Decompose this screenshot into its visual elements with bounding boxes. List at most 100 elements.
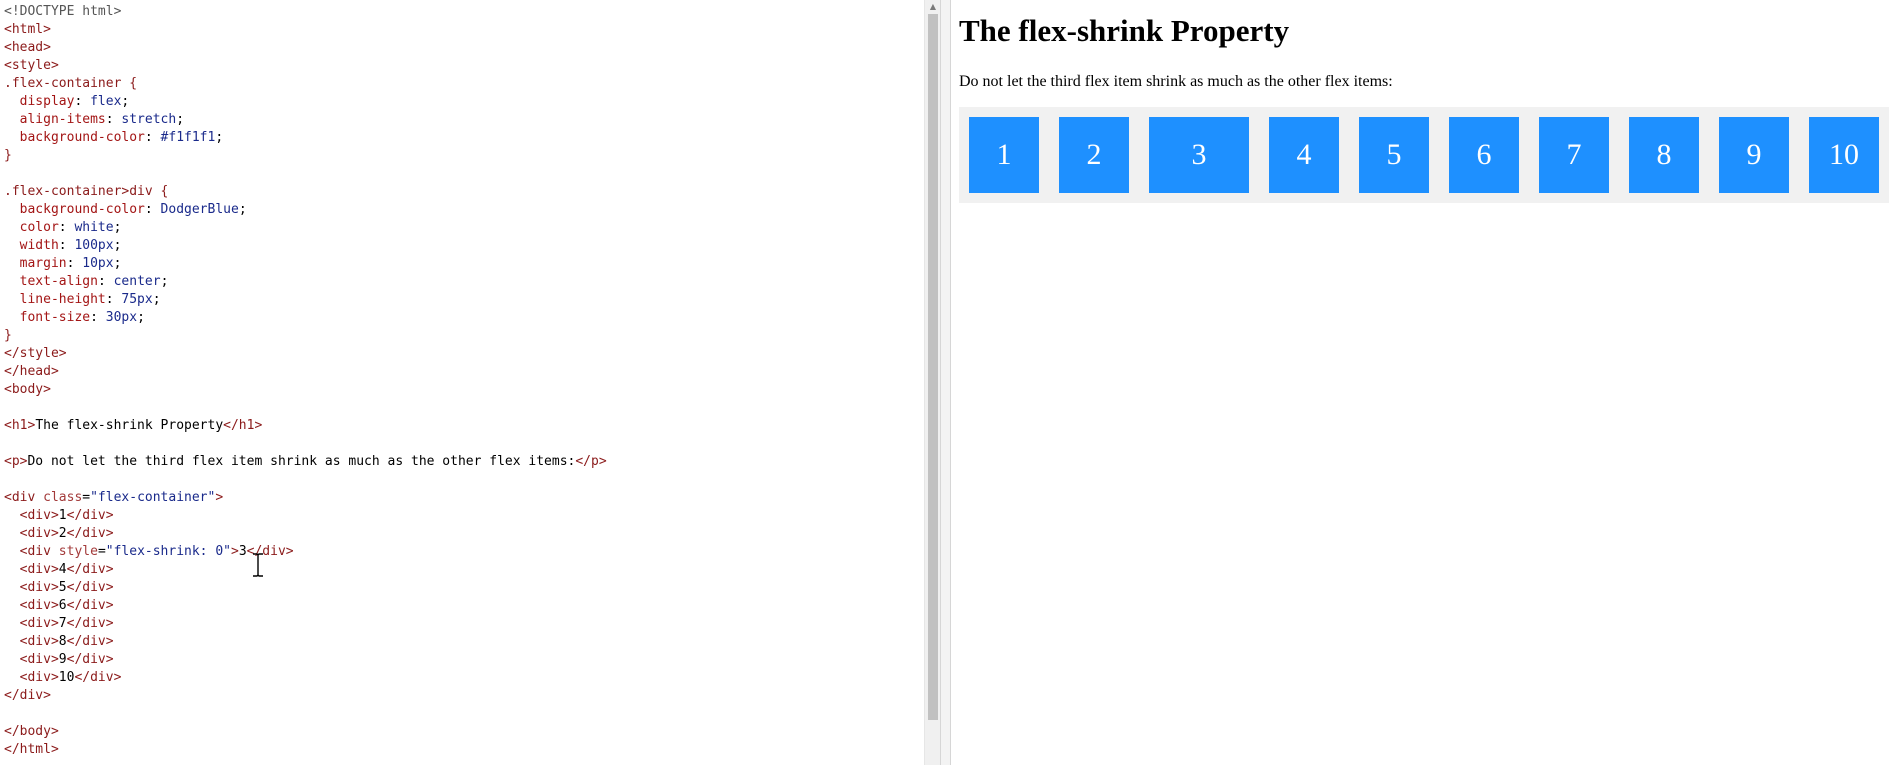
code-token: = — [97, 544, 106, 559]
code-line: <html> — [4, 21, 607, 39]
page-title: The flex-shrink Property — [959, 13, 1290, 48]
code-line: <div>5</div> — [4, 579, 607, 597]
code-token: ; — [137, 310, 145, 325]
flex-item: 10 — [1809, 117, 1879, 193]
code-token: ; — [113, 220, 122, 235]
code-line: <div>7</div> — [4, 615, 607, 633]
code-line: background-color: #f1f1f1; — [4, 129, 607, 147]
code-token: : — [66, 256, 83, 271]
code-token: "flex-container" — [90, 490, 216, 505]
code-token: line-height — [19, 292, 106, 307]
pane-splitter[interactable] — [940, 0, 951, 765]
code-line: <div>9</div> — [4, 651, 607, 669]
code-line: </div> — [4, 687, 607, 705]
code-token: background-color — [19, 130, 145, 145]
code-editor[interactable]: <!DOCTYPE html> <html> <head> <style> .flex-… — [0, 0, 924, 765]
code-token: </div> — [66, 616, 114, 631]
code-token: : — [144, 202, 161, 217]
code-token: </div> — [66, 580, 114, 595]
code-line: <div class="flex-container"> — [4, 489, 607, 507]
code-token: = — [82, 490, 91, 505]
code-token: 7 — [58, 616, 67, 631]
code-token: <div — [4, 490, 44, 505]
code-token: width — [19, 238, 59, 253]
code-token: margin — [19, 256, 67, 271]
code-token: : — [97, 274, 114, 289]
code-token: <div> — [19, 580, 59, 595]
code-token: style — [58, 544, 98, 559]
code-token: </body> — [4, 724, 59, 739]
code-token: </head> — [4, 364, 59, 379]
code-token: .flex-container>div { — [4, 184, 169, 199]
flex-item: 6 — [1449, 117, 1519, 193]
code-token: ; — [238, 202, 247, 217]
code-token: .flex-container { — [4, 76, 138, 91]
code-token: ; — [152, 292, 161, 307]
code-token: <div> — [19, 562, 59, 577]
code-line: } — [4, 147, 607, 165]
scroll-up-arrow-icon[interactable]: ▲ — [925, 0, 941, 14]
code-text[interactable]: <!DOCTYPE html> <html> <head> <style> .flex-… — [4, 3, 607, 759]
flex-item: 8 — [1629, 117, 1699, 193]
scrollbar-thumb[interactable] — [928, 14, 938, 720]
code-token: font-size — [19, 310, 91, 325]
flex-item: 3 — [1149, 117, 1249, 193]
code-token: </div> — [74, 670, 122, 685]
flex-item: 7 — [1539, 117, 1609, 193]
code-token: ; — [113, 238, 122, 253]
code-line: <p>Do not let the third flex item shrink… — [4, 453, 607, 471]
code-token: </h1> — [223, 418, 263, 433]
code-token: <div> — [19, 652, 59, 667]
code-line: font-size: 30px; — [4, 309, 607, 327]
code-token: ; — [215, 130, 224, 145]
code-line: <div>8</div> — [4, 633, 607, 651]
code-token: <p> — [4, 454, 28, 469]
code-token: <div> — [19, 670, 59, 685]
editor-scrollbar[interactable]: ▲ — [924, 0, 940, 765]
code-line: text-align: center; — [4, 273, 607, 291]
code-token: "flex-shrink: 0" — [105, 544, 231, 559]
code-token: class — [43, 490, 83, 505]
code-token: : — [144, 130, 161, 145]
code-token: </div> — [66, 562, 114, 577]
code-line: width: 100px; — [4, 237, 607, 255]
code-token: 100px — [74, 238, 114, 253]
code-token: 8 — [58, 634, 67, 649]
code-token: #f1f1f1 — [160, 130, 216, 145]
code-token: <body> — [4, 382, 51, 397]
code-line: </head> — [4, 363, 607, 381]
code-token: : — [74, 94, 91, 109]
code-token: text-align — [19, 274, 98, 289]
code-line: <div>4</div> — [4, 561, 607, 579]
code-token: </div> — [66, 652, 114, 667]
code-token: ; — [113, 256, 122, 271]
code-token: flex — [90, 94, 122, 109]
code-token: 2 — [58, 526, 67, 541]
code-token: </div> — [66, 598, 114, 613]
code-token: white — [74, 220, 114, 235]
code-token: </p> — [575, 454, 607, 469]
code-token: : — [105, 112, 122, 127]
code-token: The flex-shrink Property — [35, 418, 224, 433]
code-token: <div> — [19, 508, 59, 523]
code-token: 4 — [58, 562, 67, 577]
code-line: } — [4, 327, 607, 345]
code-line: <head> — [4, 39, 607, 57]
flex-item: 4 — [1269, 117, 1339, 193]
code-token: <h1> — [4, 418, 36, 433]
